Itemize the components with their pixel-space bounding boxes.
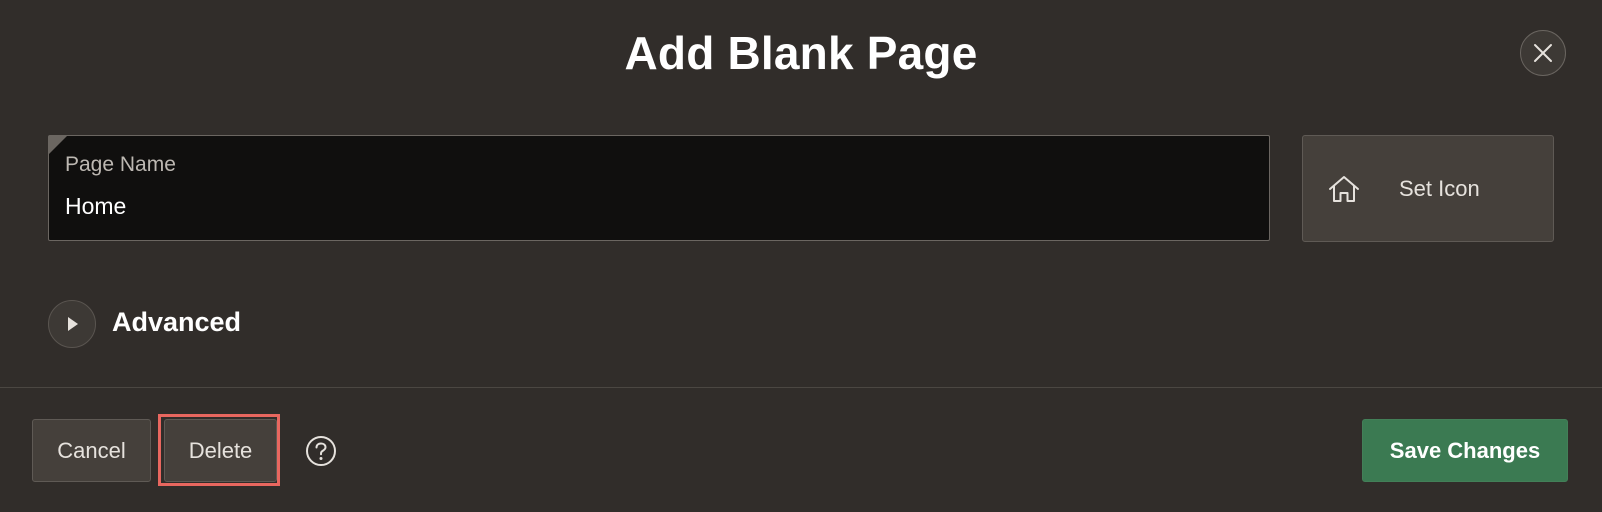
save-changes-button[interactable]: Save Changes [1362,419,1568,482]
play-triangle-icon [68,317,78,331]
advanced-toggle-button[interactable] [48,300,96,348]
delete-button[interactable]: Delete [164,419,277,482]
advanced-section-label[interactable]: Advanced [112,307,241,338]
required-indicator [49,136,67,154]
cancel-button[interactable]: Cancel [32,419,151,482]
footer-divider [0,387,1602,388]
add-blank-page-dialog: Add Blank Page Page Name Set Icon Advanc… [0,0,1602,512]
set-icon-label: Set Icon [1399,176,1480,201]
page-name-field[interactable]: Page Name [48,135,1270,241]
page-name-input[interactable] [65,189,1245,223]
home-icon [1329,176,1359,202]
dialog-title: Add Blank Page [624,27,978,79]
close-button[interactable] [1520,30,1566,76]
help-circle-icon[interactable] [305,435,337,467]
close-icon [1534,44,1552,62]
set-icon-button[interactable]: Set Icon [1302,135,1554,242]
page-name-label: Page Name [65,153,176,176]
